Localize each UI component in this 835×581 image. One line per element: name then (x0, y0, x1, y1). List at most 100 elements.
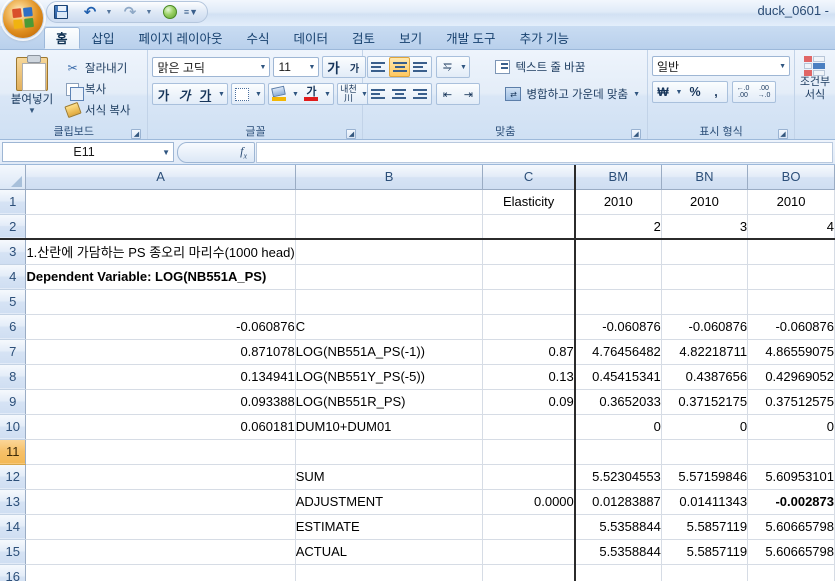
align-bottom-button[interactable] (410, 57, 431, 77)
row-header-5[interactable]: 5 (0, 289, 27, 315)
cell-A8[interactable]: 0.134941 (25, 364, 296, 390)
cell-C13[interactable]: 0.0000 (482, 489, 576, 515)
tab-addins[interactable]: 추가 기능 (508, 27, 581, 49)
cell-A6[interactable]: -0.060876 (25, 314, 296, 340)
cell-BN13[interactable]: 0.01411343 (661, 489, 749, 515)
undo-icon[interactable]: ↶ (80, 3, 100, 22)
cell-BO8[interactable]: 0.42969052 (747, 364, 835, 390)
cell-A12[interactable] (25, 464, 296, 490)
quick-print-icon[interactable] (160, 3, 180, 22)
cell-B2[interactable] (295, 214, 484, 240)
cell-B14[interactable]: ESTIMATE (295, 514, 484, 540)
orientation-button[interactable]: ⥧ (437, 57, 458, 77)
row-header-2[interactable]: 2 (0, 214, 27, 240)
cell-C3[interactable] (482, 239, 576, 265)
cell-BM7[interactable]: 4.76456482 (574, 339, 662, 365)
cell-BO4[interactable] (747, 264, 835, 290)
column-header-bn[interactable]: BN (661, 165, 749, 190)
cell-BO11[interactable] (747, 439, 835, 465)
cell-A3[interactable]: 1.산란에 가담하는 PS 종오리 마리수(1000 head) (25, 239, 296, 265)
cell-C10[interactable] (482, 414, 576, 440)
cell-BM2[interactable]: 2 (574, 214, 662, 240)
row-header-12[interactable]: 12 (0, 464, 27, 490)
cell-A13[interactable] (25, 489, 296, 515)
column-header-b[interactable]: B (295, 165, 484, 190)
insert-function-button[interactable]: fx (177, 141, 255, 163)
cell-C14[interactable] (482, 514, 576, 540)
cell-B12[interactable]: SUM (295, 464, 484, 490)
cell-BM4[interactable] (574, 264, 662, 290)
cell-BM15[interactable]: 5.5358844 (574, 539, 662, 565)
row-header-13[interactable]: 13 (0, 489, 27, 515)
cell-A10[interactable]: 0.060181 (25, 414, 296, 440)
number-dialog-launcher-icon[interactable]: ◢ (778, 129, 788, 139)
cell-BO12[interactable]: 5.60953101 (747, 464, 835, 490)
cell-BN6[interactable]: -0.060876 (661, 314, 749, 340)
font-size-select[interactable]: 11 ▼ (273, 57, 320, 77)
cell-BN4[interactable] (661, 264, 749, 290)
cell-BO16[interactable] (747, 564, 835, 581)
cell-BN3[interactable] (661, 239, 749, 265)
chevron-down-icon[interactable]: ▼ (775, 63, 786, 70)
bold-button[interactable]: 가 (153, 84, 174, 104)
tab-data[interactable]: 데이터 (282, 27, 341, 49)
row-header-6[interactable]: 6 (0, 314, 27, 340)
tab-developer[interactable]: 개발 도구 (434, 27, 507, 49)
conditional-formatting-button[interactable]: 조건부 서식 (799, 53, 831, 102)
align-top-button[interactable] (368, 57, 389, 77)
cell-BM6[interactable]: -0.060876 (574, 314, 662, 340)
cell-C1[interactable]: Elasticity (482, 189, 576, 215)
cell-BO1[interactable]: 2010 (747, 189, 835, 215)
wrap-text-button[interactable]: 텍스트 줄 바꿈 (492, 57, 588, 77)
column-header-a[interactable]: A (25, 165, 296, 190)
grow-font-button[interactable]: 가 (323, 57, 344, 77)
cell-A7[interactable]: 0.871078 (25, 339, 296, 365)
customize-qat-icon[interactable]: ≡▼ (181, 3, 201, 22)
align-center-button[interactable] (389, 84, 410, 104)
formula-input[interactable] (256, 141, 833, 163)
cell-BM12[interactable]: 5.52304553 (574, 464, 662, 490)
cell-BN7[interactable]: 4.82218711 (661, 339, 749, 365)
cell-C15[interactable] (482, 539, 576, 565)
currency-button[interactable]: ₩ (653, 82, 674, 102)
phonetic-guide-button[interactable]: 내천 川 (338, 84, 359, 104)
cell-A14[interactable] (25, 514, 296, 540)
cell-BM10[interactable]: 0 (574, 414, 662, 440)
cell-B6[interactable]: C (295, 314, 484, 340)
cell-BN10[interactable]: 0 (661, 414, 749, 440)
tab-home[interactable]: 홈 (44, 27, 80, 49)
chevron-down-icon[interactable]: ▼ (633, 91, 640, 98)
cell-BO14[interactable]: 5.60665798 (747, 514, 835, 540)
cell-BM16[interactable] (574, 564, 662, 581)
cell-B8[interactable]: LOG(NB551Y_PS(-5)) (295, 364, 484, 390)
cell-BN14[interactable]: 5.5857119 (661, 514, 749, 540)
cell-BO9[interactable]: 0.37512575 (747, 389, 835, 415)
column-header-c[interactable]: C (482, 165, 576, 190)
row-header-10[interactable]: 10 (0, 414, 27, 440)
borders-button[interactable] (232, 84, 253, 104)
cell-C11[interactable] (482, 439, 576, 465)
cell-BN16[interactable] (661, 564, 749, 581)
spreadsheet-grid[interactable]: A B C BM BN BO 1 Elasticity 2010 2010 2010 2 2… (0, 165, 835, 581)
row-header-4[interactable]: 4 (0, 264, 27, 290)
cell-BN2[interactable]: 3 (661, 214, 749, 240)
cell-BM13[interactable]: 0.01283887 (574, 489, 662, 515)
number-format-select[interactable]: 일반 ▼ (652, 56, 790, 76)
percent-button[interactable]: % (685, 82, 706, 102)
cell-BN9[interactable]: 0.37152175 (661, 389, 749, 415)
cell-A4[interactable]: Dependent Variable: LOG(NB551A_PS) (25, 264, 296, 290)
increase-indent-button[interactable]: ⇥ (458, 84, 479, 104)
increase-decimal-button[interactable]: ←.0.00 (733, 82, 754, 102)
align-middle-button[interactable] (389, 57, 411, 77)
cell-A9[interactable]: 0.093388 (25, 389, 296, 415)
cut-button[interactable]: ✂ 잘라내기 (62, 59, 134, 77)
select-all-corner[interactable] (0, 165, 27, 190)
row-header-3[interactable]: 3 (0, 239, 27, 265)
cell-BM5[interactable] (574, 289, 662, 315)
row-header-16[interactable]: 16 (0, 564, 27, 581)
align-left-button[interactable] (368, 84, 389, 104)
redo-dropdown-icon[interactable]: ▼ (139, 3, 159, 22)
row-header-14[interactable]: 14 (0, 514, 27, 540)
cell-BN1[interactable]: 2010 (661, 189, 749, 215)
row-header-8[interactable]: 8 (0, 364, 27, 390)
